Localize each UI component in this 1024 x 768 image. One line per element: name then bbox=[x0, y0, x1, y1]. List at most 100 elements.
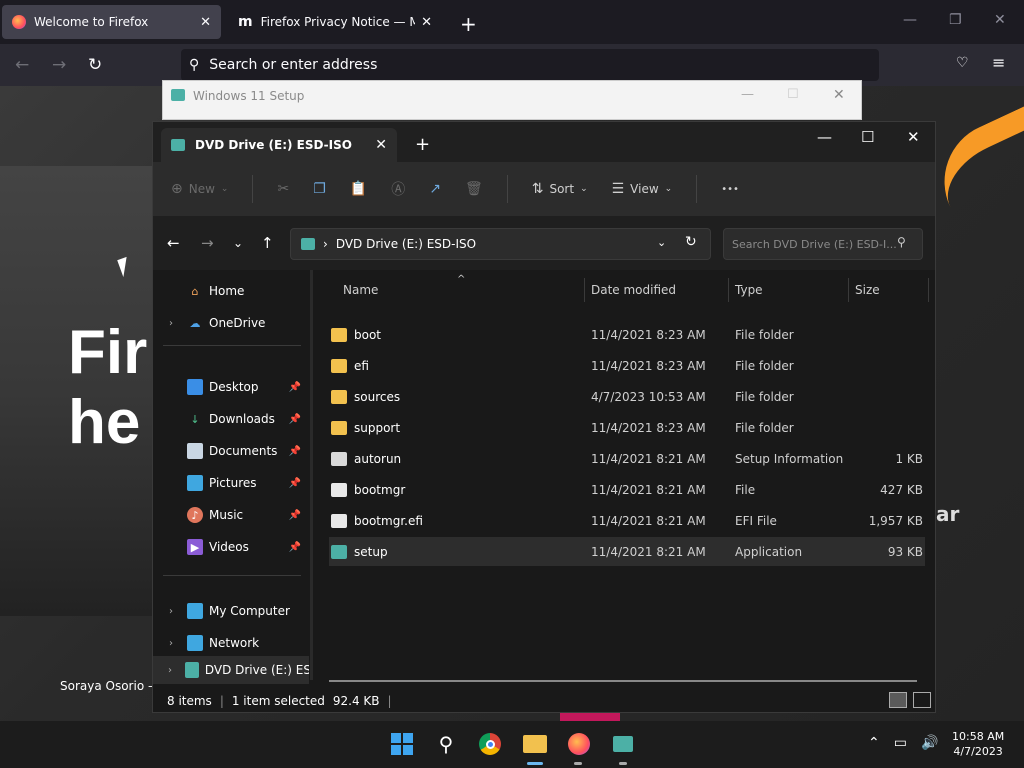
nav-divider bbox=[163, 575, 301, 576]
address-bar[interactable]: › DVD Drive (E:) ESD-ISO bbox=[290, 228, 711, 260]
search-icon[interactable]: ⚲ bbox=[433, 731, 459, 757]
close-tab-icon[interactable]: ✕ bbox=[200, 15, 211, 30]
mozilla-icon: m bbox=[238, 14, 253, 30]
file-icon bbox=[331, 482, 347, 497]
close-window-icon[interactable]: ✕ bbox=[994, 12, 1006, 28]
minimize-icon[interactable]: — bbox=[741, 87, 754, 102]
more-options-button[interactable]: ••• bbox=[721, 184, 739, 195]
refresh-icon[interactable]: ↻ bbox=[685, 234, 697, 250]
rename-icon[interactable]: Ⓐ bbox=[391, 179, 405, 199]
nav-item-pictures[interactable]: Pictures 📌 bbox=[153, 470, 309, 496]
nav-item-videos[interactable]: ▶ Videos 📌 bbox=[153, 534, 309, 560]
close-window-icon[interactable]: ✕ bbox=[907, 128, 920, 146]
close-icon[interactable]: ✕ bbox=[833, 87, 845, 103]
photo-credit: Soraya Osorio — bbox=[60, 679, 160, 693]
menu-icon[interactable]: ≡ bbox=[992, 53, 1005, 72]
add-tab-button[interactable]: + bbox=[415, 134, 430, 155]
nav-item-documents[interactable]: Documents 📌 bbox=[153, 438, 309, 464]
close-tab-icon[interactable]: ✕ bbox=[421, 15, 432, 30]
setup-icon[interactable] bbox=[610, 731, 636, 757]
nav-item-network[interactable]: › Network bbox=[153, 630, 309, 656]
file-row-selected[interactable]: setup 11/4/2021 8:21 AM Application 93 K… bbox=[329, 537, 925, 566]
nav-item-my-computer[interactable]: › My Computer bbox=[153, 598, 309, 624]
tiles-view-icon[interactable] bbox=[913, 692, 931, 708]
setup-window[interactable]: Windows 11 Setup — ☐ ✕ bbox=[162, 80, 862, 120]
pin-icon: 📌 bbox=[288, 381, 301, 393]
column-divider[interactable] bbox=[584, 278, 585, 302]
clock[interactable]: 10:58 AM 4/7/2023 bbox=[952, 729, 1004, 759]
search-icon[interactable]: ⚲ bbox=[897, 235, 906, 249]
column-header-type[interactable]: Type bbox=[735, 276, 847, 304]
nav-item-downloads[interactable]: ↓ Downloads 📌 bbox=[153, 406, 309, 432]
expand-icon[interactable]: › bbox=[163, 606, 179, 617]
dvd-drive-icon bbox=[301, 238, 315, 250]
copy-icon[interactable]: ❐ bbox=[313, 181, 326, 197]
forward-icon[interactable]: → bbox=[52, 55, 66, 75]
tab-privacy-notice[interactable]: m Firefox Privacy Notice — Mozilla ✕ bbox=[228, 5, 442, 39]
expand-icon[interactable]: › bbox=[163, 665, 177, 676]
column-divider[interactable] bbox=[848, 278, 849, 302]
firefox-icon[interactable] bbox=[566, 731, 592, 757]
url-bar[interactable]: ⚲ Search or enter address bbox=[181, 49, 879, 81]
file-row[interactable]: autorun 11/4/2021 8:21 AM Setup Informat… bbox=[329, 444, 925, 473]
details-view-icon[interactable] bbox=[889, 692, 907, 708]
file-row[interactable]: bootmgr.efi 11/4/2021 8:21 AM EFI File 1… bbox=[329, 506, 925, 535]
download-icon: ↓ bbox=[190, 412, 200, 426]
windows-start-icon[interactable] bbox=[389, 731, 415, 757]
column-header-date[interactable]: Date modified bbox=[591, 276, 727, 304]
chevron-down-icon[interactable]: ⌄ bbox=[657, 236, 666, 249]
restore-icon[interactable]: ❐ bbox=[949, 12, 962, 28]
expand-icon[interactable]: › bbox=[163, 318, 179, 329]
new-button[interactable]: ⊕ New ⌄ bbox=[171, 181, 228, 197]
delete-icon[interactable]: 🗑 bbox=[465, 181, 483, 197]
page-decoration bbox=[924, 86, 1024, 207]
pocket-icon[interactable]: ♡ bbox=[956, 55, 969, 71]
forward-icon[interactable]: → bbox=[201, 234, 214, 252]
column-header-name[interactable]: Name ^ bbox=[343, 274, 583, 304]
back-icon[interactable]: ← bbox=[167, 234, 180, 252]
tab-welcome-to-firefox[interactable]: Welcome to Firefox ✕ bbox=[2, 5, 221, 39]
share-icon[interactable]: ↗ bbox=[429, 181, 441, 197]
file-row[interactable]: sources 4/7/2023 10:53 AM File folder bbox=[329, 382, 925, 411]
up-icon[interactable]: ↑ bbox=[261, 234, 274, 252]
nav-item-home[interactable]: ⌂ Home bbox=[153, 278, 309, 304]
view-button[interactable]: ☰ View ⌄ bbox=[612, 181, 673, 197]
setup-icon bbox=[171, 89, 185, 101]
page-side-text: ar bbox=[936, 502, 960, 526]
volume-icon[interactable]: 🔊 bbox=[921, 735, 938, 751]
nav-item-desktop[interactable]: Desktop 📌 bbox=[153, 374, 309, 400]
back-icon[interactable]: ← bbox=[15, 55, 29, 75]
chrome-icon[interactable] bbox=[477, 731, 503, 757]
command-bar: ⊕ New ⌄ ✂ ❐ 📋 Ⓐ ↗ 🗑 ⇅ Sort ⌄ ☰ View ⌄ ••… bbox=[153, 162, 935, 216]
file-row[interactable]: boot 11/4/2021 8:23 AM File folder bbox=[329, 320, 925, 349]
cut-icon[interactable]: ✂ bbox=[277, 181, 289, 197]
network-icon[interactable]: ▭ bbox=[894, 735, 907, 751]
minimize-icon[interactable]: — bbox=[903, 12, 917, 28]
nav-item-music[interactable]: ♪ Music 📌 bbox=[153, 502, 309, 528]
search-input[interactable]: Search DVD Drive (E:) ESD-I... bbox=[723, 228, 923, 260]
folder-icon bbox=[331, 420, 347, 435]
column-divider[interactable] bbox=[928, 278, 929, 302]
recent-locations-icon[interactable]: ⌄ bbox=[233, 236, 243, 250]
breadcrumb-chevron-icon[interactable]: › bbox=[323, 237, 328, 251]
minimize-icon[interactable]: — bbox=[817, 128, 832, 146]
close-tab-icon[interactable]: ✕ bbox=[375, 137, 387, 153]
expand-icon[interactable]: › bbox=[163, 638, 179, 649]
explorer-tab[interactable]: DVD Drive (E:) ESD-ISO ✕ bbox=[161, 128, 397, 162]
column-divider[interactable] bbox=[728, 278, 729, 302]
horizontal-scrollbar[interactable] bbox=[329, 680, 917, 682]
column-header-size[interactable]: Size bbox=[855, 276, 927, 304]
nav-item-onedrive[interactable]: › ☁ OneDrive bbox=[153, 310, 309, 336]
new-tab-button[interactable]: + bbox=[460, 12, 477, 36]
file-row[interactable]: bootmgr 11/4/2021 8:21 AM File 427 KB bbox=[329, 475, 925, 504]
paste-icon[interactable]: 📋 bbox=[350, 181, 367, 197]
file-explorer-icon[interactable] bbox=[522, 731, 548, 757]
sort-button[interactable]: ⇅ Sort ⌄ bbox=[532, 181, 588, 197]
reload-icon[interactable]: ↻ bbox=[88, 55, 102, 75]
chevron-up-icon[interactable]: ⌃ bbox=[868, 735, 880, 751]
nav-item-dvd-drive[interactable]: › DVD Drive (E:) ESD- bbox=[153, 656, 309, 684]
file-row[interactable]: support 11/4/2021 8:23 AM File folder bbox=[329, 413, 925, 442]
file-row[interactable]: efi 11/4/2021 8:23 AM File folder bbox=[329, 351, 925, 380]
maximize-icon[interactable]: ☐ bbox=[861, 128, 874, 146]
breadcrumb[interactable]: DVD Drive (E:) ESD-ISO bbox=[336, 237, 476, 251]
